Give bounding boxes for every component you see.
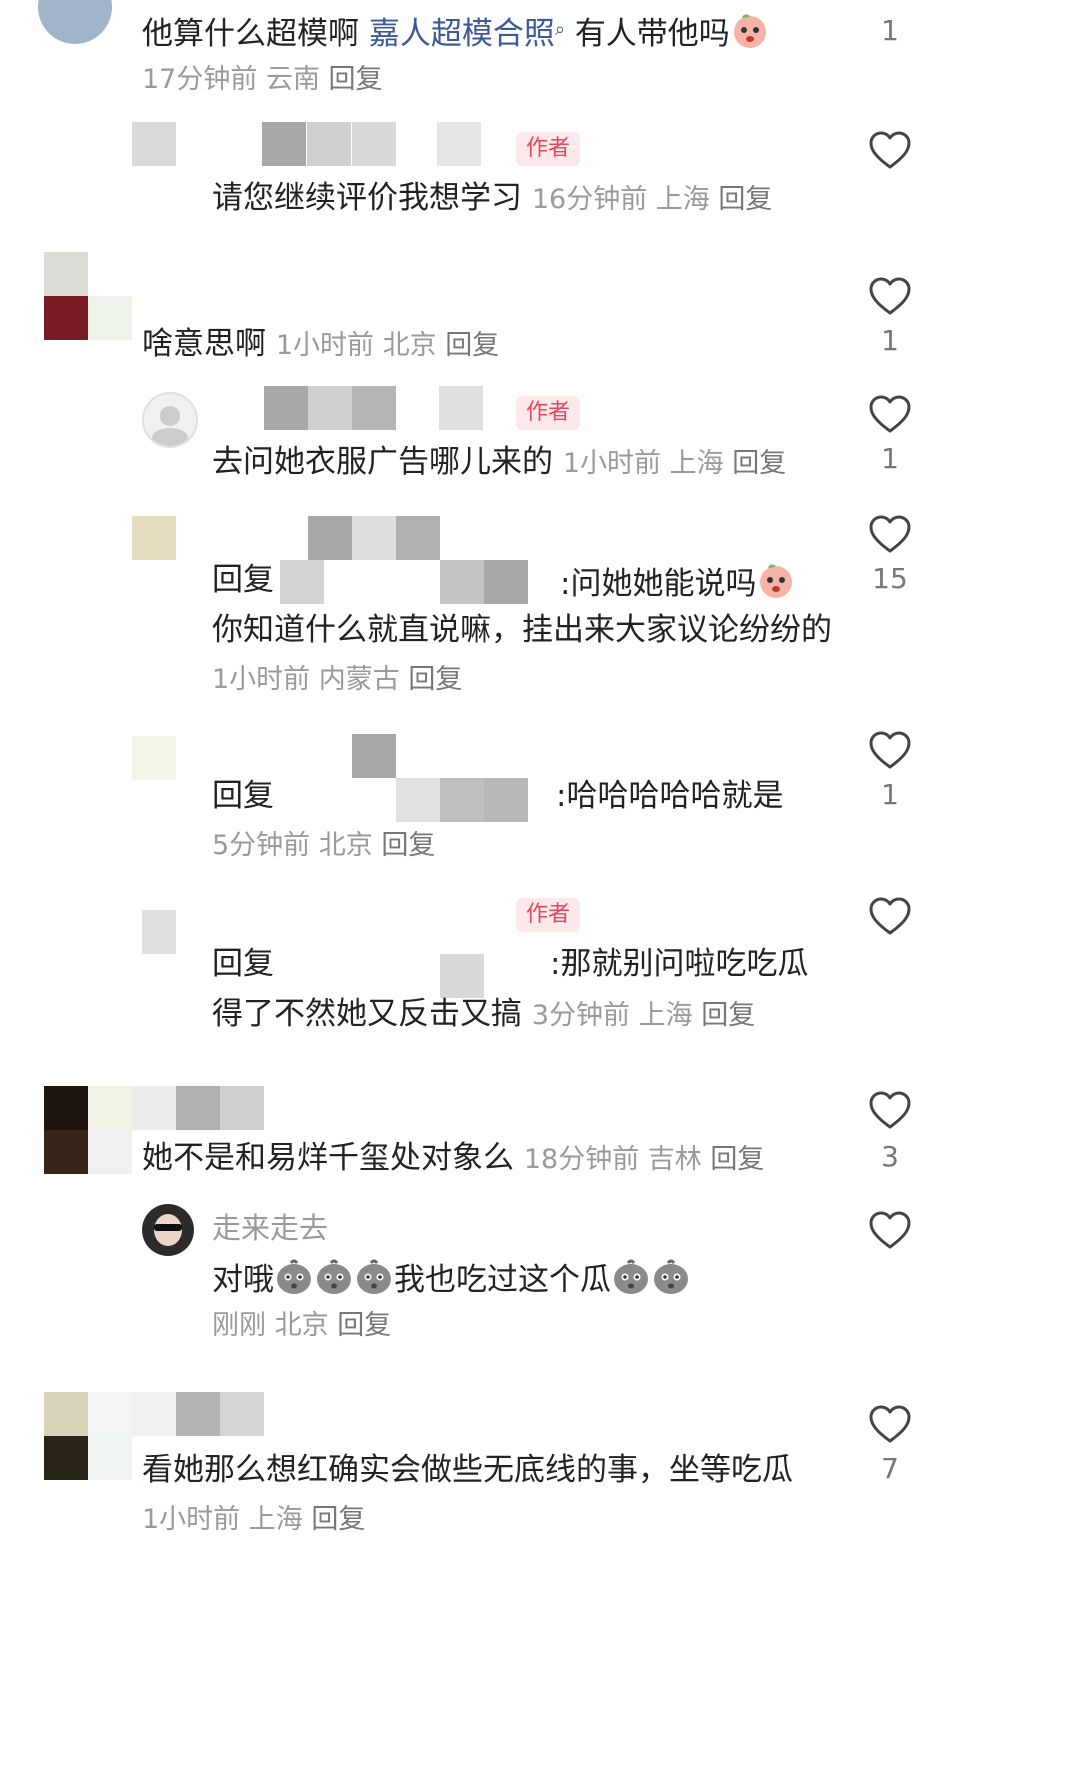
stone-emoji-icon [354, 1256, 394, 1296]
heart-icon[interactable] [868, 394, 912, 434]
stone-emoji-icon [314, 1256, 354, 1296]
like-count: 1 [881, 324, 899, 357]
like-count: 7 [881, 1452, 899, 1485]
reply-button[interactable]: 回复 [337, 1310, 391, 1341]
avatar[interactable] [142, 1204, 194, 1256]
reply-button[interactable]: 回复 [445, 330, 499, 361]
blurred-username [440, 954, 484, 998]
reply-button[interactable]: 回复 [311, 1504, 365, 1535]
blurred-username [264, 386, 494, 430]
stone-emoji-icon [651, 1256, 691, 1296]
like-count: 15 [872, 562, 908, 595]
blurred-username [132, 1086, 264, 1130]
peach-emoji-icon [756, 560, 796, 600]
heart-icon[interactable] [868, 730, 912, 770]
stone-emoji-icon [274, 1256, 314, 1296]
blurred-username [264, 516, 484, 560]
comment-meta: 1小时前 内蒙古 回复 [212, 664, 463, 695]
like-count: 1 [881, 778, 899, 811]
avatar[interactable] [142, 910, 176, 954]
blurred-username [280, 560, 530, 604]
author-badge: 作者 [516, 396, 581, 430]
comment-text: 请您继续评价我想学习 16分钟前 上海 回复 [212, 180, 773, 216]
heart-icon[interactable] [868, 1090, 912, 1130]
heart-icon[interactable] [868, 130, 912, 170]
avatar[interactable] [142, 392, 198, 448]
avatar[interactable] [44, 1392, 132, 1480]
reply-button[interactable]: 回复 [718, 184, 772, 215]
avatar[interactable] [44, 1086, 132, 1174]
comment-text: 去问她衣服广告哪儿来的 1小时前 上海 回复 [212, 444, 787, 480]
heart-icon[interactable] [868, 1404, 912, 1444]
comment-text: 回复 [212, 778, 274, 814]
reply-button[interactable]: 回复 [701, 1000, 755, 1031]
avatar[interactable] [38, 0, 112, 44]
like-count: 1 [881, 14, 899, 47]
blurred-username [132, 1392, 264, 1436]
peach-emoji-icon [730, 10, 770, 50]
avatar[interactable] [44, 252, 132, 340]
reply-button[interactable]: 回复 [329, 64, 383, 95]
comment-text: 回复 [212, 946, 274, 982]
reply-button[interactable]: 回复 [381, 830, 435, 861]
username[interactable]: 走来走去 [212, 1208, 328, 1248]
blurred-username [396, 778, 546, 822]
heart-icon[interactable] [868, 1210, 912, 1250]
reply-button[interactable]: 回复 [732, 448, 786, 479]
comment-text: :那就别问啦吃吃瓜 [550, 946, 809, 982]
comment-text: 啥意思啊 1小时前 北京 回复 [142, 326, 500, 362]
comment-meta: 17分钟前 云南 回复 [142, 64, 383, 95]
like-count: 1 [881, 442, 899, 475]
comment-text: 他算什么超模啊 嘉人超模合照⌕ 有人带他吗 [142, 10, 770, 54]
comment-text: 看她那么想红确实会做些无底线的事，坐等吃瓜 [142, 1452, 793, 1488]
blurred-username [132, 122, 562, 166]
comment-meta: 刚刚 北京 回复 [212, 1310, 392, 1341]
search-icon: ⌕ [554, 19, 565, 40]
comment-text: :哈哈哈哈哈就是 [556, 778, 784, 814]
comment-text: :问她她能说吗 [560, 560, 796, 604]
author-badge: 作者 [516, 132, 581, 166]
heart-icon[interactable] [868, 896, 912, 936]
heart-icon[interactable] [868, 514, 912, 554]
comment-meta: 1小时前 上海 回复 [142, 1504, 366, 1535]
comment-meta: 5分钟前 北京 回复 [212, 830, 436, 861]
search-link[interactable]: 嘉人超模合照⌕ [369, 16, 565, 52]
blurred-username [352, 734, 396, 778]
heart-icon[interactable] [868, 276, 912, 316]
comment-text: 你知道什么就直说嘛，挂出来大家议论纷纷的 [212, 612, 832, 648]
avatar[interactable] [132, 516, 176, 560]
reply-button[interactable]: 回复 [710, 1144, 764, 1175]
like-count: 3 [881, 1140, 899, 1173]
comment-text: 她不是和易烊千玺处对象么 18分钟前 吉林 回复 [142, 1140, 765, 1176]
comment-text: 对哦 我也吃过这个瓜 [212, 1256, 691, 1300]
reply-button[interactable]: 回复 [408, 664, 462, 695]
stone-emoji-icon [611, 1256, 651, 1296]
author-badge: 作者 [516, 898, 581, 932]
avatar[interactable] [132, 736, 176, 780]
comment-text: 得了不然她又反击又搞 3分钟前 上海 回复 [212, 996, 756, 1032]
